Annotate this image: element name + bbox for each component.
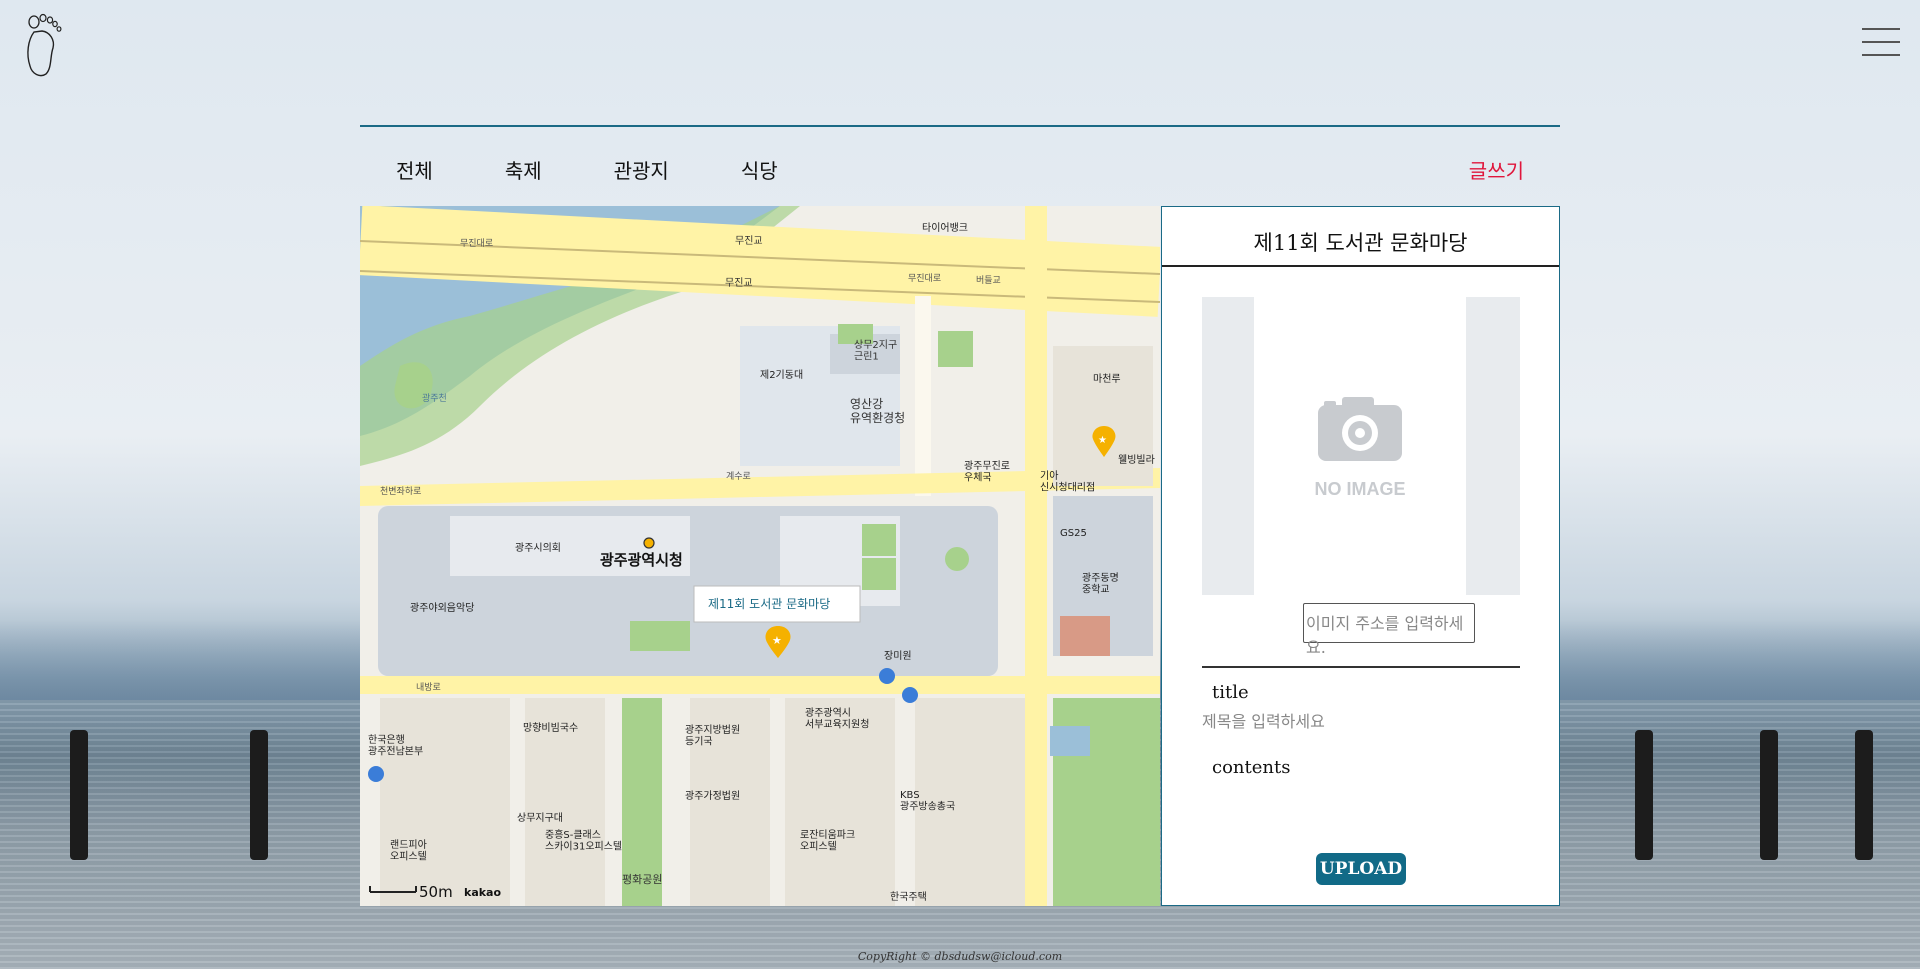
tab-all[interactable]: 전체 — [396, 155, 433, 184]
footer-copyright: CopyRight © dbsdudsw@icloud.com — [857, 950, 1063, 963]
map-label: 마천루 — [1093, 373, 1121, 385]
hamburger-menu-icon[interactable] — [1862, 28, 1900, 58]
map-label: 광주천 — [422, 392, 447, 404]
map-label: 망향비빔국수 — [523, 722, 578, 734]
write-button[interactable]: 글쓰기 — [1469, 155, 1524, 184]
image-url-input[interactable]: 이미지 주소를 입력하세요. — [1303, 603, 1475, 657]
map-label: 광주야외음악당 — [410, 602, 474, 614]
title-input[interactable]: 제목을 입력하세요 — [1202, 708, 1502, 732]
map-label: 제2기동대 — [760, 369, 803, 381]
no-image-label: NO IMAGE — [1314, 479, 1406, 499]
panel-title: 제11회 도서관 문화마당 — [1162, 207, 1559, 267]
tab-attraction[interactable]: 관광지 — [614, 155, 669, 184]
camera-icon — [1318, 397, 1402, 461]
map-info-window[interactable]: 제11회 도서관 문화마당 — [693, 585, 861, 623]
map-label: 광주시의회 — [515, 542, 561, 554]
bus-stop-icon — [879, 668, 895, 684]
map-scale-label: 50m — [419, 883, 453, 901]
map-label: 광주가정법원 — [685, 790, 740, 802]
map-label: 천변좌하로 — [380, 486, 421, 497]
contents-label: contents — [1212, 757, 1291, 778]
map-label: 무진교 — [725, 277, 753, 289]
map-label: 계수로 — [726, 470, 751, 482]
map-label: 광주광역시청 — [600, 551, 683, 569]
upload-button[interactable]: UPLOAD — [1316, 853, 1406, 885]
map-view[interactable]: 무진대로 무진교 무진교 무진대로 버들교 천변좌하로 계수로 내방로 광주천 … — [360, 206, 1160, 906]
map-provider-logo: kakao — [464, 886, 501, 899]
tab-festival[interactable]: 축제 — [505, 155, 542, 184]
map-label: GS25 — [1060, 528, 1087, 539]
title-label: title — [1212, 682, 1249, 703]
city-hall-icon — [643, 537, 655, 549]
form-divider — [1202, 666, 1520, 668]
footprint-icon[interactable] — [20, 10, 64, 80]
svg-text:★: ★ — [772, 634, 782, 647]
map-label: 버들교 — [976, 275, 1001, 286]
post-form-panel: 제11회 도서관 문화마당 NO IMAGE 이미지 주소를 입력하세요. ti… — [1161, 206, 1560, 906]
map-label: 무진대로 — [460, 238, 493, 249]
map-label: 평화공원 — [622, 873, 662, 886]
map-label: 장미원 — [884, 650, 912, 662]
image-preview: NO IMAGE — [1202, 297, 1520, 595]
background-post — [1760, 730, 1778, 860]
bus-stop-icon — [368, 766, 384, 782]
tab-restaurant[interactable]: 식당 — [741, 155, 778, 184]
background-post — [1855, 730, 1873, 860]
map-label: 랜드피아 오피스텔 — [390, 839, 427, 863]
map-label: 타이어뱅크 — [922, 222, 968, 234]
map-label: 무진대로 — [908, 273, 941, 284]
info-window-title: 제11회 도서관 문화마당 — [708, 597, 830, 611]
background-post — [70, 730, 88, 860]
map-label: 무진교 — [735, 235, 763, 247]
bus-stop-icon — [902, 687, 918, 703]
map-label: 한국주택 — [890, 891, 927, 903]
background-post — [250, 730, 268, 860]
map-label: 내방로 — [416, 682, 441, 693]
map-label: 상무지구대 — [517, 812, 563, 824]
background-post — [1635, 730, 1653, 860]
svg-text:★: ★ — [1098, 435, 1107, 446]
category-tabs: 전체 축제 관광지 식당 — [396, 155, 850, 184]
top-divider — [360, 125, 1560, 127]
map-label: 웰빙빌라 — [1118, 454, 1155, 466]
